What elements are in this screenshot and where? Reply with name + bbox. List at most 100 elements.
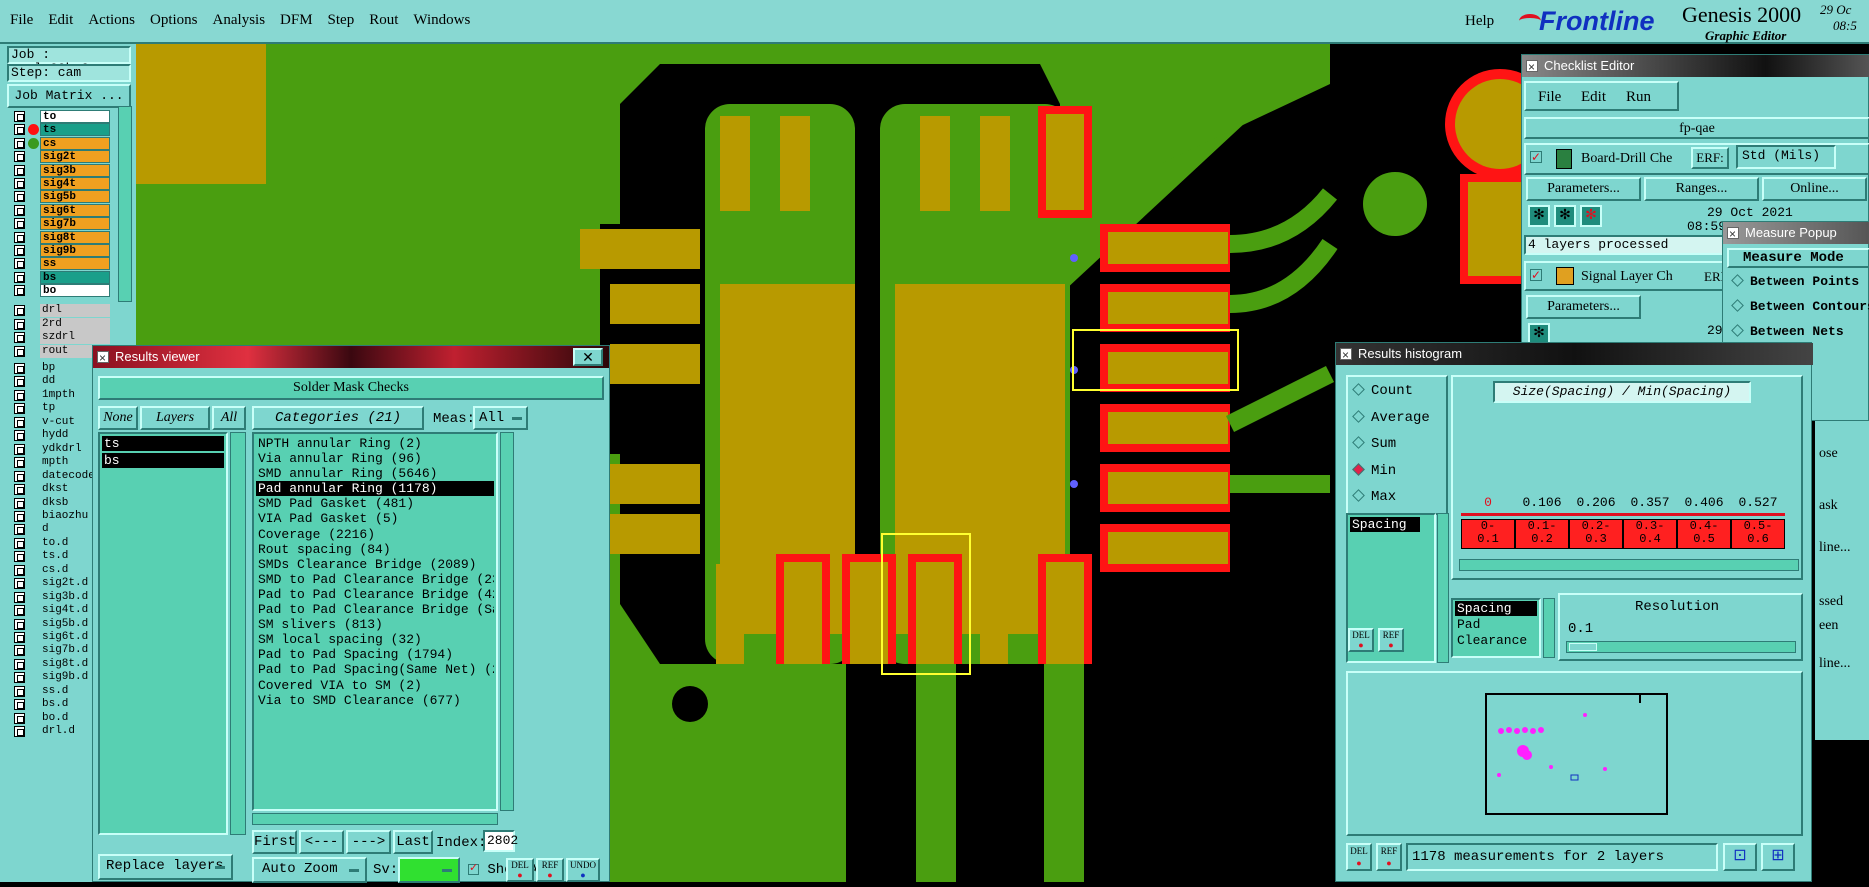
layer-checkbox[interactable] xyxy=(14,591,25,603)
del-icon-button[interactable]: DEL ● xyxy=(506,858,534,882)
layer-item-sig8t[interactable]: sig8t xyxy=(40,230,110,244)
layer-item-sig5b[interactable]: sig5b xyxy=(40,190,110,204)
layer-checkbox[interactable] xyxy=(14,111,25,122)
layer-checkbox[interactable] xyxy=(14,363,25,374)
histogram-mode-count[interactable]: Count xyxy=(1352,383,1413,399)
layer-item-drl[interactable]: drl xyxy=(40,304,110,317)
menu-windows[interactable]: Windows xyxy=(413,12,470,29)
layer-item-sig4t[interactable]: sig4t xyxy=(40,177,110,190)
last-button[interactable]: Last xyxy=(393,830,433,854)
menu-file[interactable]: File xyxy=(10,12,33,29)
attr-list-item[interactable]: Pad xyxy=(1455,617,1537,632)
results-layer-list[interactable]: ts bs xyxy=(98,432,228,835)
layer-checkbox[interactable] xyxy=(14,204,25,216)
prev-button[interactable]: <--- xyxy=(299,830,344,854)
preview-del-button[interactable]: DEL ● xyxy=(1346,843,1372,871)
histogram-ref-button[interactable]: REF ● xyxy=(1378,628,1404,652)
category-item[interactable]: SMD Pad Gasket (481) xyxy=(256,496,494,511)
layer-checkbox[interactable] xyxy=(14,618,25,630)
layer-checkbox[interactable] xyxy=(14,376,25,388)
replace-layers-dropdown[interactable]: Replace layers xyxy=(98,854,233,880)
layer-checkbox[interactable] xyxy=(14,699,25,711)
layer-list-scrollbar[interactable] xyxy=(230,432,246,835)
category-item[interactable]: Covered VIA to SM (2) xyxy=(256,678,494,693)
measure-mode-option[interactable]: Between Nets xyxy=(1731,324,1844,339)
measure-list-item[interactable]: Spacing xyxy=(1350,517,1420,532)
menu-edit[interactable]: Edit xyxy=(48,12,73,29)
layer-checkbox[interactable] xyxy=(14,605,25,617)
layer-checkbox[interactable] xyxy=(14,685,25,697)
histogram-mode-min[interactable]: Min xyxy=(1352,463,1396,479)
layer-checkbox[interactable] xyxy=(14,332,25,344)
category-item[interactable]: Pad annular Ring (1178) xyxy=(256,481,494,497)
layer-checkbox[interactable] xyxy=(14,712,25,724)
category-item[interactable]: Pad to Pad Clearance Bridge (Same xyxy=(256,602,494,617)
layer-checkbox[interactable] xyxy=(14,551,25,563)
layers-button[interactable]: Layers xyxy=(140,406,210,430)
layer-checkbox[interactable] xyxy=(14,726,25,738)
category-item[interactable]: Via to SMD Clearance (677) xyxy=(256,693,494,708)
category-item[interactable]: Pad to Pad Spacing (1794) xyxy=(256,647,494,662)
layer-item-ss[interactable]: ss xyxy=(40,257,110,271)
resolution-slider[interactable] xyxy=(1566,641,1796,653)
layer-item-szdrl[interactable]: szdrl xyxy=(40,331,110,345)
sv-color-dropdown[interactable] xyxy=(398,857,460,883)
checklist-menu-edit[interactable]: Edit xyxy=(1581,89,1606,106)
layer-checkbox[interactable] xyxy=(14,564,25,576)
layer-checkbox[interactable] xyxy=(14,672,25,684)
categories-button[interactable]: Categories (21) xyxy=(252,406,424,430)
layer-checkbox[interactable] xyxy=(14,245,25,256)
window-menu-icon[interactable] xyxy=(1727,223,1739,244)
layer-item-ts[interactable]: ts xyxy=(40,123,110,137)
category-item[interactable]: Via annular Ring (96) xyxy=(256,451,494,466)
categories-list[interactable]: NPTH annular Ring (2) Via annular Ring (9… xyxy=(252,432,498,811)
category-item[interactable]: Pad to Pad Spacing(Same Net) (273 xyxy=(256,662,494,677)
menu-analysis[interactable]: Analysis xyxy=(213,12,266,29)
run-all-icon[interactable]: ✻ xyxy=(1554,205,1576,227)
menu-step[interactable]: Step xyxy=(328,12,355,29)
menu-rout[interactable]: Rout xyxy=(369,12,398,29)
menu-actions[interactable]: Actions xyxy=(88,12,135,29)
category-item[interactable]: Rout spacing (84) xyxy=(256,542,494,557)
zoom-window-icon[interactable]: ⊡ xyxy=(1723,843,1757,871)
layer-checkbox[interactable] xyxy=(14,484,25,496)
layer-item-sig3b[interactable]: sig3b xyxy=(40,163,110,177)
attr-list-item[interactable]: Spacing xyxy=(1455,601,1537,616)
category-item[interactable]: SM local spacing (32) xyxy=(256,632,494,647)
layers-none-button[interactable]: None xyxy=(98,406,138,430)
stop-icon[interactable]: ✻ xyxy=(1580,205,1602,227)
histogram-mode-sum[interactable]: Sum xyxy=(1352,436,1396,452)
bin-range-cell[interactable]: 0.3- 0.4 xyxy=(1623,519,1677,549)
layer-item-sig7b[interactable]: sig7b xyxy=(40,217,110,231)
layer-item-sig6t[interactable]: sig6t xyxy=(40,203,110,217)
histogram-mode-max[interactable]: Max xyxy=(1352,489,1396,505)
window-menu-icon[interactable] xyxy=(1526,56,1538,77)
layer-checkbox[interactable] xyxy=(14,470,25,482)
bin-range-cell[interactable]: 0.2- 0.3 xyxy=(1569,519,1623,549)
units-field[interactable]: Std (Mils) xyxy=(1736,145,1836,169)
meas-dropdown[interactable]: All xyxy=(473,406,528,430)
menu-options[interactable]: Options xyxy=(150,12,198,29)
layer-checkbox[interactable] xyxy=(14,497,25,509)
menu-dfm[interactable]: DFM xyxy=(280,12,313,29)
layer-checkbox[interactable] xyxy=(14,645,25,657)
index-input[interactable]: 2802 xyxy=(483,830,518,852)
layer-checkbox[interactable] xyxy=(14,231,25,243)
categories-hscrollbar[interactable] xyxy=(252,813,498,825)
layer-checkbox[interactable] xyxy=(14,510,25,522)
category-item[interactable]: Pad to Pad Clearance Bridge (42) xyxy=(256,587,494,602)
window-menu-icon[interactable] xyxy=(1340,344,1352,365)
histogram-hscrollbar[interactable] xyxy=(1459,559,1799,571)
bin-range-cell[interactable]: 0.4- 0.5 xyxy=(1677,519,1731,549)
attr-list-scrollbar[interactable] xyxy=(1543,598,1555,658)
results-layer-item[interactable]: ts xyxy=(102,436,224,451)
layer-item-bs[interactable]: bs xyxy=(40,270,110,284)
categories-scrollbar[interactable] xyxy=(500,432,514,811)
bin-range-cell[interactable]: 0.5- 0.6 xyxy=(1731,519,1785,549)
slider-thumb[interactable] xyxy=(1569,643,1597,651)
layer-checkbox[interactable] xyxy=(14,524,25,536)
layer-checkbox[interactable] xyxy=(14,632,25,643)
layer-checkbox[interactable] xyxy=(14,537,25,549)
layer-checkbox[interactable] xyxy=(14,389,25,401)
layer-checkbox[interactable] xyxy=(14,305,25,316)
